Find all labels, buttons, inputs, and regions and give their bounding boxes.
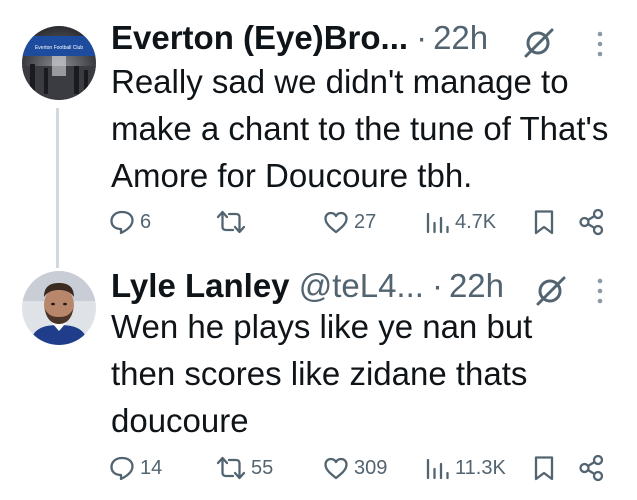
repost-icon	[216, 456, 246, 480]
repost-button[interactable]	[215, 207, 251, 237]
repost-count: 55	[251, 456, 274, 479]
repost-icon	[216, 210, 246, 234]
like-count: 27	[354, 210, 377, 233]
separator-dot: ·	[416, 19, 428, 56]
share-button[interactable]	[578, 453, 606, 483]
tweet-actions: 14 55 309 11.3K	[108, 453, 618, 483]
share-button[interactable]	[578, 207, 606, 237]
views-button[interactable]: 4.7K	[425, 207, 496, 237]
avatar-image: Everton Football Club	[22, 26, 96, 100]
views-count: 4.7K	[455, 210, 497, 233]
timestamp[interactable]: 22h	[433, 19, 488, 56]
views-icon	[426, 212, 449, 234]
views-button[interactable]: 11.3K	[425, 453, 506, 483]
reply-button[interactable]: 6	[108, 207, 151, 237]
views-icon	[426, 458, 449, 480]
timestamp[interactable]: 22h	[449, 267, 504, 304]
avatar-caption: Everton Football Club	[35, 45, 83, 51]
thread-line	[56, 108, 59, 268]
avatar[interactable]	[22, 271, 96, 345]
share-icon	[579, 454, 604, 482]
separator-dot: ·	[431, 267, 443, 304]
share-icon	[579, 208, 604, 236]
avatar[interactable]: Everton Football Club	[22, 26, 96, 100]
reply-button[interactable]: 14	[108, 453, 162, 483]
avatar-image	[22, 271, 96, 345]
tweet-actions: 6 27 4.7K	[108, 207, 618, 237]
reply-count: 6	[140, 210, 152, 233]
tweet-header: Everton (Eye)Bro... · 22h	[111, 16, 488, 60]
handle[interactable]: @teL4...	[299, 267, 424, 304]
bookmark-icon	[534, 210, 554, 235]
reply-count: 14	[140, 456, 163, 479]
tweet-header: Lyle Lanley @teL4... · 22h	[111, 264, 504, 308]
bookmark-icon	[534, 456, 554, 481]
tweet-text: Really sad we didn't manage to make a ch…	[111, 63, 609, 194]
reply-icon	[110, 210, 134, 235]
like-count: 309	[354, 456, 388, 479]
repost-button[interactable]: 55	[215, 453, 273, 483]
display-name[interactable]: Everton (Eye)Bro...	[111, 19, 408, 56]
heart-icon	[324, 211, 348, 234]
more-icon[interactable]	[595, 277, 605, 310]
like-button[interactable]: 27	[322, 207, 376, 237]
heart-icon	[324, 457, 348, 480]
like-button[interactable]: 309	[322, 453, 387, 483]
display-name[interactable]: Lyle Lanley	[111, 267, 290, 304]
reply-icon	[110, 456, 134, 481]
bookmark-button[interactable]	[531, 207, 557, 237]
tweet-text: Wen he plays like ye nan but then scores…	[111, 308, 533, 439]
views-count: 11.3K	[455, 456, 506, 479]
bookmark-button[interactable]	[531, 453, 557, 483]
